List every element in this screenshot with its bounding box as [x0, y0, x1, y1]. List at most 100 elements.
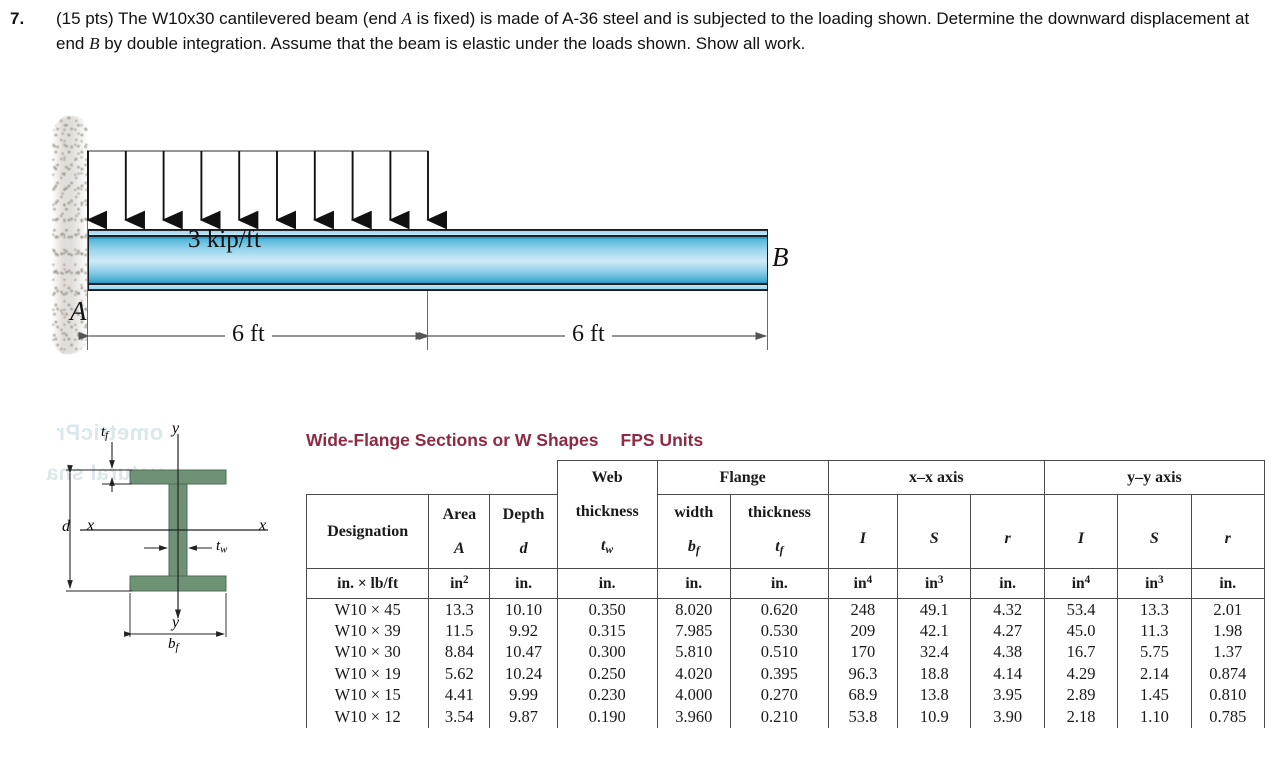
cell-value: 248: [827, 598, 899, 620]
units-yy-I: in4: [1043, 568, 1119, 599]
col-header-yy-r: r: [1190, 494, 1266, 569]
cell-value: 209: [827, 620, 899, 642]
label-tw: tw: [216, 538, 228, 556]
units-yy-S: in3: [1117, 568, 1192, 599]
units-xx-I: in4: [827, 568, 899, 599]
table-body: W10 × 45 13.3 10.10 0.350 8.020 0.620 248 49.1 4…: [305, 598, 1266, 728]
col-header-depth: Depth d: [489, 494, 558, 569]
units-designation: in. × lb/ft: [305, 568, 430, 599]
dimension-label-left: 6 ft: [225, 321, 272, 348]
cell-value: 2.01: [1190, 598, 1266, 620]
cell-value: 32.4: [897, 641, 972, 663]
cell-value: 4.38: [970, 641, 1045, 663]
cell-value: 0.270: [729, 684, 829, 706]
cell-value: 96.3: [827, 663, 899, 685]
symbol-B: B: [89, 34, 100, 53]
cell-value: 18.8: [897, 663, 972, 685]
group-blank-designation: [307, 461, 429, 495]
symbol-A: A: [401, 9, 412, 28]
cell-value: 45.0: [1043, 620, 1119, 642]
cell-value: 10.47: [489, 641, 558, 663]
group-header-xx-axis: x–x axis: [827, 460, 1045, 495]
table-row: W10 × 12 3.54 9.87 0.190 3.960 0.210 53.8 10.9 3…: [305, 706, 1266, 728]
table-group-header-row: Web Flange x–x axis y–y axis: [307, 460, 1266, 495]
cell-value: 10.10: [489, 598, 558, 620]
cell-value: 3.54: [428, 706, 491, 728]
section-svg: [66, 434, 268, 637]
cell-value: 0.810: [1190, 684, 1266, 706]
dimension-label-right: 6 ft: [565, 321, 612, 348]
cell-value: 53.8: [827, 706, 899, 728]
table-units-row: in. × lb/ft in2 in. in. in. in. in4 in3 …: [305, 568, 1266, 599]
label-axis-x-right: x: [259, 517, 267, 534]
cell-designation: W10 × 12: [305, 706, 430, 728]
label-d: d: [62, 518, 70, 535]
problem-text-part-3: by double integration. Assume that the b…: [99, 34, 806, 53]
cell-value: 0.620: [729, 598, 829, 620]
group-blank-area: [429, 461, 490, 495]
col-header-xx-r: r: [970, 494, 1045, 569]
col-header-designation: Designation: [305, 494, 430, 569]
point-label-B: B: [772, 242, 789, 272]
table-row: W10 × 19 5.62 10.24 0.250 4.020 0.395 96.3 18.8…: [305, 663, 1266, 685]
cell-value: 170: [827, 641, 899, 663]
cell-value: 0.300: [556, 641, 658, 663]
problem-number: 7.: [10, 9, 25, 28]
cell-value: 3.95: [970, 684, 1045, 706]
cell-value: 2.18: [1043, 706, 1119, 728]
wide-flange-properties-table: Web Flange x–x axis y–y axis Designation…: [305, 460, 1266, 728]
cell-value: 0.230: [556, 684, 658, 706]
cell-value: 49.1: [897, 598, 972, 620]
cell-value: 0.250: [556, 663, 658, 685]
cell-designation: W10 × 15: [305, 684, 430, 706]
table-row: W10 × 39 11.5 9.92 0.315 7.985 0.530 209 42.1 4.…: [305, 620, 1266, 642]
table-row: W10 × 15 4.41 9.99 0.230 4.000 0.270 68.9 13.8 3…: [305, 684, 1266, 706]
cell-value: 13.3: [1117, 598, 1192, 620]
cell-designation: W10 × 30: [305, 641, 430, 663]
cell-value: 4.000: [656, 684, 731, 706]
cell-value: 4.32: [970, 598, 1045, 620]
col-header-flange-thickness: thickness tf: [729, 494, 829, 569]
units-xx-r: in.: [970, 568, 1045, 599]
cell-designation: W10 × 19: [305, 663, 430, 685]
cell-value: 1.45: [1117, 684, 1192, 706]
cell-value: 0.785: [1190, 706, 1266, 728]
cell-value: 0.874: [1190, 663, 1266, 685]
cell-value: 1.37: [1190, 641, 1266, 663]
units-depth: in.: [489, 568, 558, 599]
units-flange-width: in.: [656, 568, 731, 599]
cell-value: 4.41: [428, 684, 491, 706]
group-blank-depth: [490, 461, 557, 495]
units-web-thickness: in.: [556, 568, 658, 599]
table-title: Wide-Flange Sections or W Shapes FPS Unit…: [306, 430, 1268, 451]
beam-loading-diagram: 3 kip/ft A B 6 ft 6 ft: [0, 108, 880, 373]
problem-text: (15 pts) The W10x30 cantilevered beam (e…: [56, 6, 1268, 56]
cell-value: 0.210: [729, 706, 829, 728]
cell-value: 11.5: [428, 620, 491, 642]
cell-designation: W10 × 45: [305, 598, 430, 620]
cell-value: 5.75: [1117, 641, 1192, 663]
table-column-header-row: Designation Area A Depth d thickness tw wid…: [305, 494, 1266, 569]
cell-value: 1.10: [1117, 706, 1192, 728]
col-header-xx-I: I: [827, 494, 899, 569]
cell-value: 0.395: [729, 663, 829, 685]
label-tf: tf: [101, 424, 109, 442]
cell-value: 5.810: [656, 641, 731, 663]
cell-value: 2.89: [1043, 684, 1119, 706]
cell-value: 13.3: [428, 598, 491, 620]
cell-value: 1.98: [1190, 620, 1266, 642]
cell-value: 8.84: [428, 641, 491, 663]
table-row: W10 × 30 8.84 10.47 0.300 5.810 0.510 170 32.4 4…: [305, 641, 1266, 663]
wide-flange-table-block: Wide-Flange Sections or W Shapes FPS Unit…: [305, 430, 1268, 728]
cell-value: 10.24: [489, 663, 558, 685]
cell-value: 7.985: [656, 620, 731, 642]
cell-value: 53.4: [1043, 598, 1119, 620]
group-header-flange: Flange: [656, 460, 829, 495]
cell-value: 9.92: [489, 620, 558, 642]
cell-value: 2.14: [1117, 663, 1192, 685]
distributed-load-label: 3 kip/ft: [188, 226, 261, 253]
wide-flange-cross-section: ometricPr uctural sha d tf tw bf x x y y: [40, 418, 302, 654]
cell-value: 0.315: [556, 620, 658, 642]
table-title-text: Wide-Flange Sections or W Shapes: [306, 430, 599, 450]
cell-value: 42.1: [897, 620, 972, 642]
